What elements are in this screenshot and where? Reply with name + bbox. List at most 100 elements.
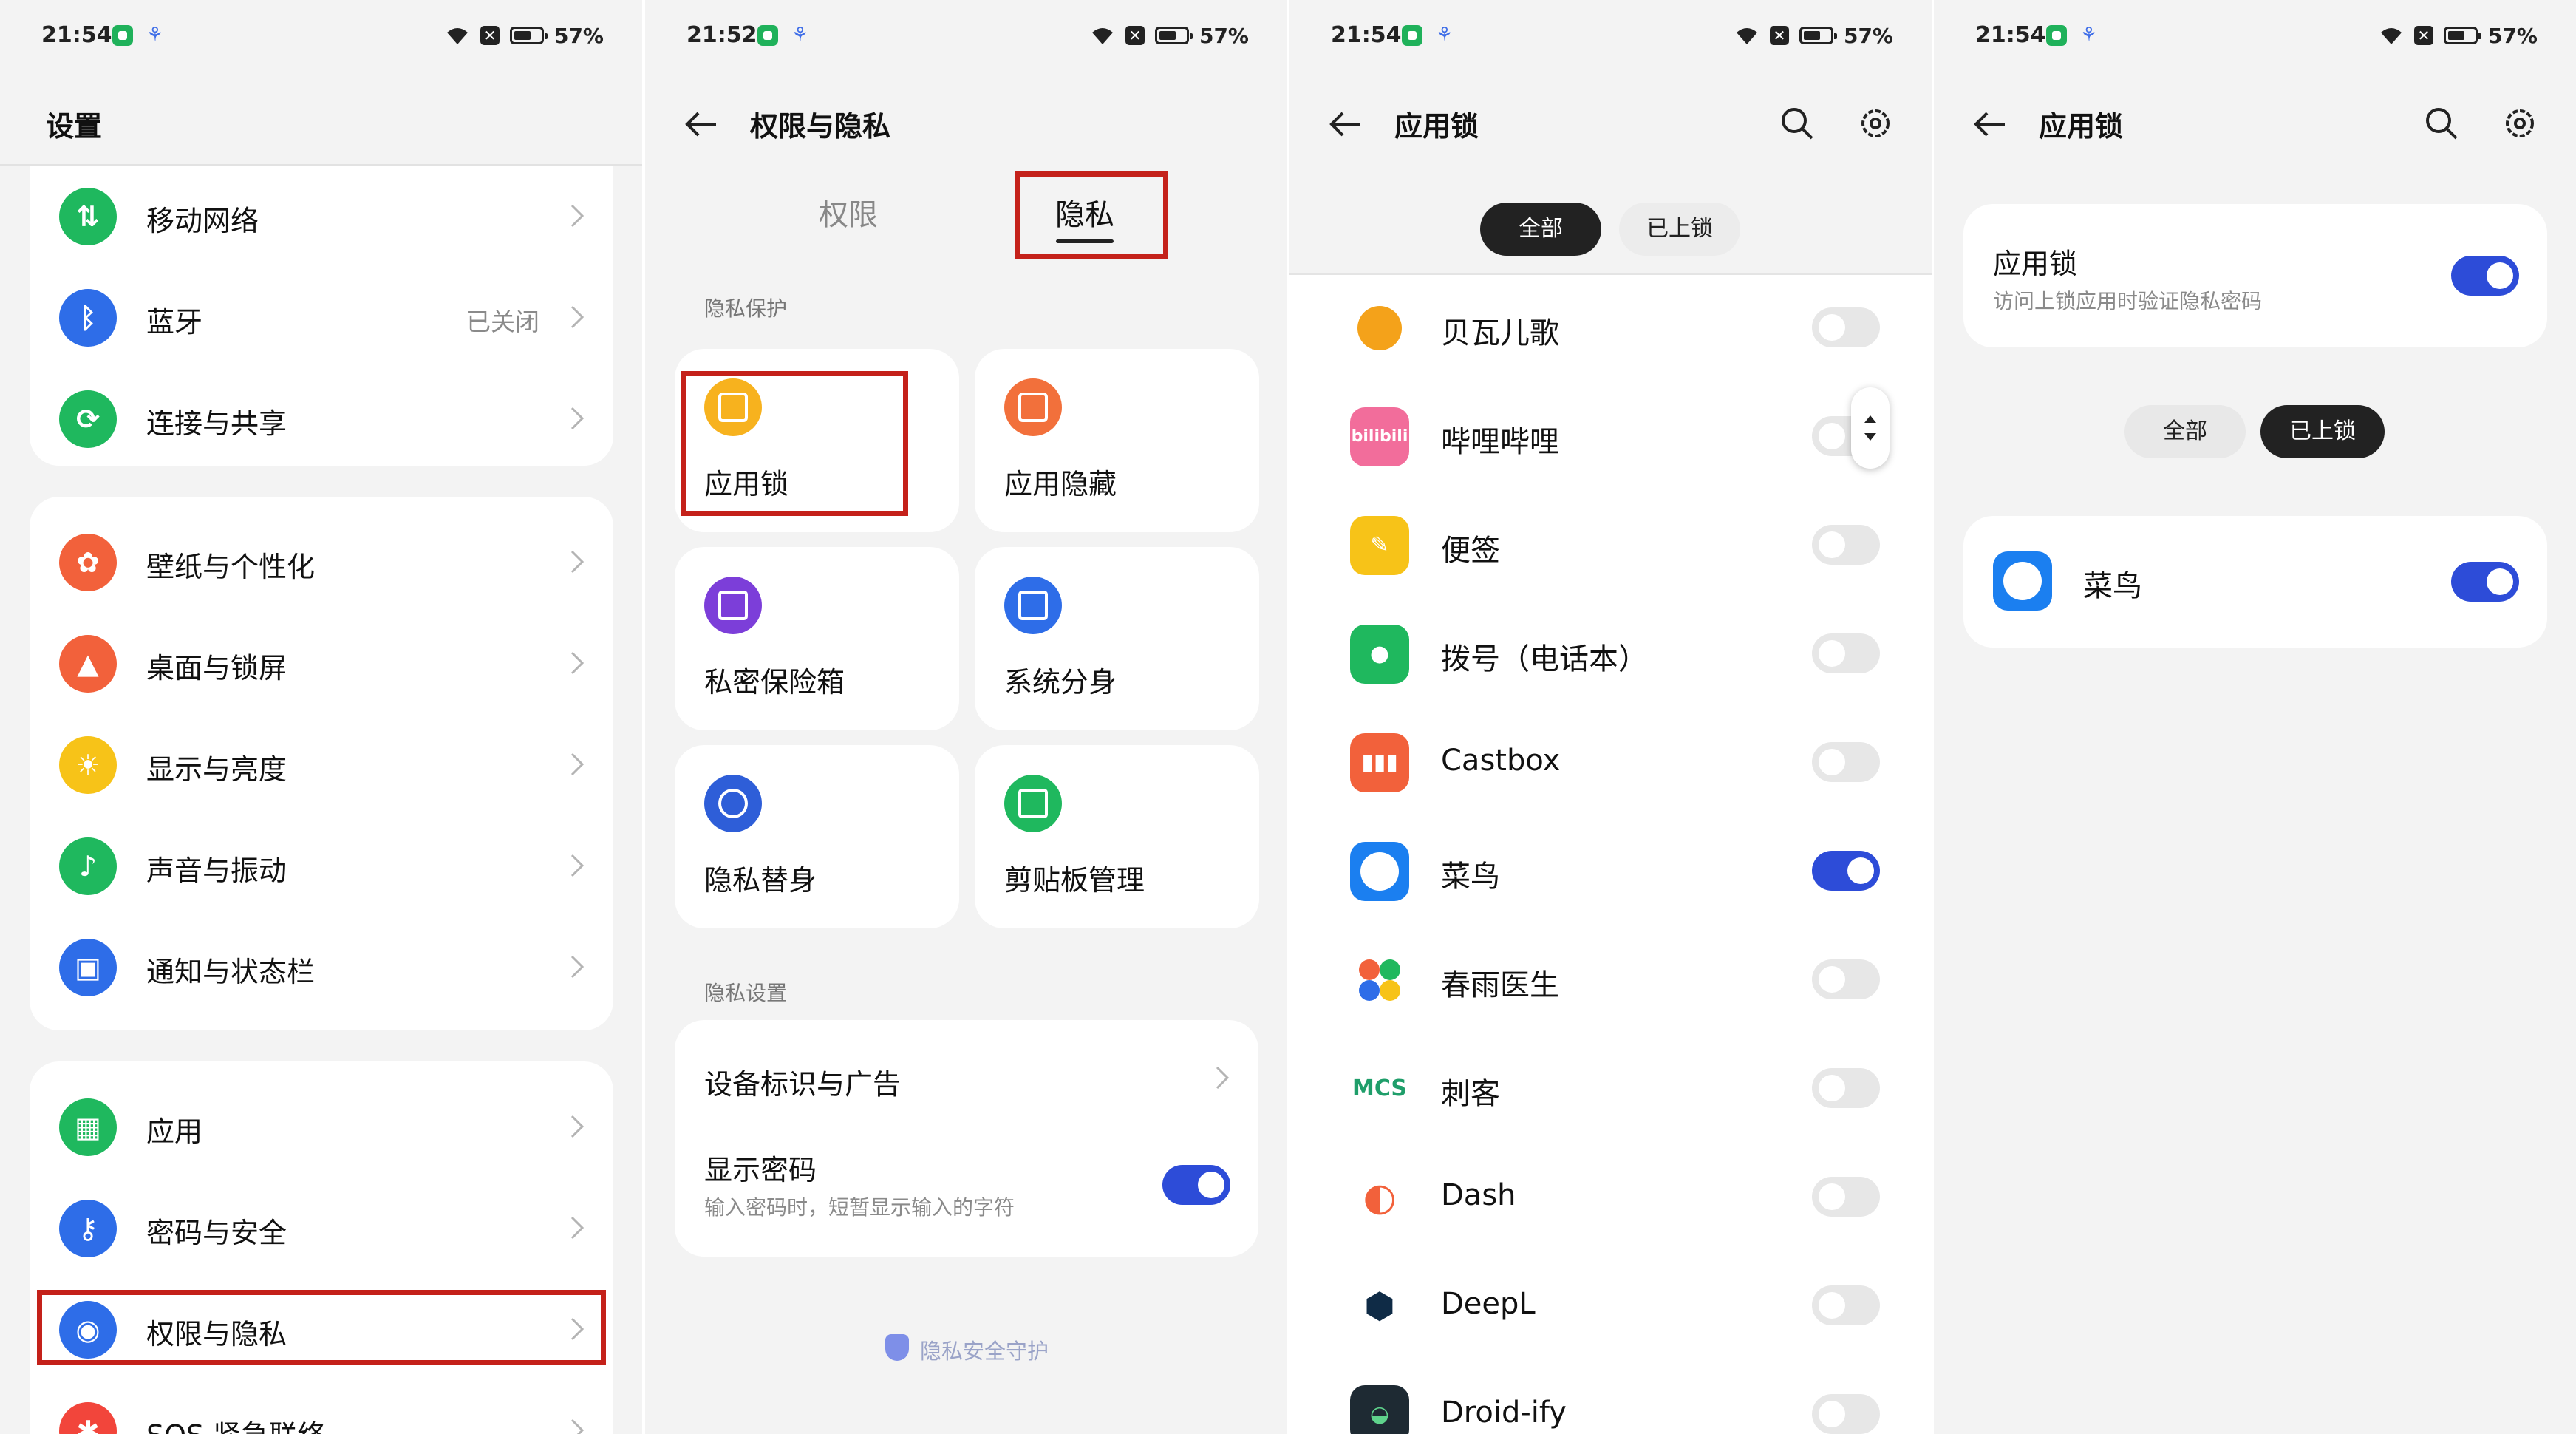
app-lock-master-card: 应用锁 访问上锁应用时验证隐私密码: [1963, 204, 2547, 347]
page-title: 应用锁: [2039, 110, 2124, 143]
chevron-right-icon: [570, 854, 585, 877]
app-row: bilibili 哔哩哔哩: [1289, 382, 1932, 491]
settings-item-bluetooth[interactable]: ᛒ 蓝牙 已关闭: [30, 267, 613, 368]
chevron-right-icon: [570, 651, 585, 675]
app-lock-toggle[interactable]: [1812, 633, 1880, 673]
app-lock-toggle[interactable]: [1812, 525, 1880, 565]
segment-all[interactable]: 全部: [1480, 203, 1601, 256]
settings-item-display[interactable]: ☀ 显示与亮度: [30, 714, 613, 815]
fast-scroll-handle[interactable]: [1851, 387, 1890, 469]
settings-item-home-lock[interactable]: ▲ 桌面与锁屏: [30, 613, 613, 714]
back-arrow-icon[interactable]: [684, 106, 719, 142]
app-row: ⬢ DeepL: [1289, 1251, 1932, 1360]
castbox-app-icon: ▮▮▮: [1350, 733, 1409, 792]
app-row: ◒ Droid-ify: [1289, 1360, 1932, 1434]
settings-item-sos[interactable]: ✱ SOS 紧急联络: [30, 1380, 613, 1434]
app-lock-toggle[interactable]: [1812, 1068, 1880, 1108]
app-lock-toggle[interactable]: [1812, 1285, 1880, 1325]
app-name: Dash: [1441, 1178, 1516, 1212]
page-title: 应用锁: [1394, 110, 1479, 143]
chevron-right-icon: [570, 1216, 585, 1240]
app-lock-toggle[interactable]: [2451, 562, 2519, 602]
app-hide-icon: [1004, 378, 1062, 436]
app-row: 菜鸟: [1289, 817, 1932, 925]
privacy-panel: 21:52 ⚘ ✕ 57% 权限与隐私 权限 隐私 隐私保护 应用锁 应用隐藏 …: [645, 0, 1287, 1434]
highlight-box: [681, 371, 908, 516]
app-row: 贝瓦儿歌: [1289, 273, 1932, 382]
device-id-ads-row[interactable]: 设备标识与广告: [675, 1020, 1258, 1124]
wifi-icon: [446, 28, 468, 44]
notification-app-icon: ⚘: [146, 24, 164, 46]
tile-label: 剪贴板管理: [1004, 864, 1145, 897]
highlight-box: [37, 1290, 606, 1365]
chevron-right-icon: [570, 550, 585, 574]
settings-item-label: 壁纸与个性化: [146, 551, 316, 583]
app-lock-title: 应用锁: [1993, 248, 2078, 280]
app-lock-desc: 访问上锁应用时验证隐私密码: [1993, 289, 2263, 313]
settings-item-sound[interactable]: ♪ 声音与振动: [30, 815, 613, 917]
segment-locked[interactable]: 已上锁: [2260, 405, 2385, 458]
status-time: 21:54: [1975, 22, 2046, 48]
shield-app-icon: [757, 25, 778, 46]
tile-label: 隐私替身: [704, 864, 817, 897]
settings-item-label: 桌面与锁屏: [146, 652, 287, 684]
beva-song-app-icon: [1350, 299, 1409, 358]
settings-item-mobile-network[interactable]: ⇅ 移动网络: [30, 166, 613, 267]
status-time: 21:52: [686, 22, 757, 48]
gear-icon[interactable]: [1857, 105, 1894, 142]
search-icon[interactable]: [1779, 105, 1816, 142]
chevron-right-icon: [570, 955, 585, 979]
back-arrow-icon[interactable]: [1328, 106, 1363, 142]
bluetooth-icon: ᛒ: [59, 289, 117, 347]
battery-icon: [509, 27, 548, 44]
locked-apps-card: 菜鸟: [1963, 516, 2547, 648]
show-password-toggle[interactable]: [1162, 1165, 1230, 1205]
segment-all[interactable]: 全部: [2124, 405, 2246, 458]
app-row: ● 拨号（电话本）: [1289, 599, 1932, 708]
back-arrow-icon[interactable]: [1972, 106, 2008, 142]
gear-icon[interactable]: [2501, 105, 2538, 142]
tile-app-hide[interactable]: 应用隐藏: [975, 349, 1259, 532]
app-lock-toggle[interactable]: [1812, 851, 1880, 891]
battery-level: 57%: [1843, 23, 1893, 48]
app-lock-master-toggle[interactable]: [2451, 256, 2519, 296]
tile-private-safe[interactable]: 私密保险箱: [675, 547, 959, 730]
settings-item-apps[interactable]: ▦ 应用: [30, 1076, 613, 1178]
settings-item-notifications[interactable]: ▣ 通知与状态栏: [30, 917, 613, 1018]
battery-level: 57%: [2487, 23, 2538, 48]
settings-item-label: 显示与亮度: [146, 753, 287, 786]
tile-clipboard[interactable]: 剪贴板管理: [975, 745, 1259, 928]
sim-off-icon: ✕: [480, 26, 500, 45]
app-lock-toggle[interactable]: [1812, 742, 1880, 782]
settings-item-password-security[interactable]: ⚷ 密码与安全: [30, 1178, 613, 1279]
settings-item-label: 密码与安全: [146, 1217, 287, 1249]
notification-app-icon: ⚘: [1436, 24, 1454, 46]
tile-system-clone[interactable]: 系统分身: [975, 547, 1259, 730]
wifi-icon: [2380, 28, 2402, 44]
app-row: ▮▮▮ Castbox: [1289, 708, 1932, 817]
tile-privacy-substitute[interactable]: 隐私替身: [675, 745, 959, 928]
settings-item-wallpaper[interactable]: ✿ 壁纸与个性化: [30, 512, 613, 613]
settings-item-connection-sharing[interactable]: ⟳ 连接与共享: [30, 368, 613, 469]
notes-app-icon: ✎: [1350, 516, 1409, 575]
tab-permissions[interactable]: 权限: [819, 191, 878, 234]
battery-icon: [1154, 27, 1193, 44]
app-lock-toggle[interactable]: [1812, 1394, 1880, 1434]
app-lock-toggle[interactable]: [1812, 307, 1880, 347]
page-title: 权限与隐私: [750, 110, 891, 143]
dialer-app-icon: ●: [1350, 625, 1409, 684]
app-name: 菜鸟: [1441, 860, 1500, 894]
app-name: Castbox: [1441, 744, 1561, 778]
app-lock-toggle[interactable]: [1812, 959, 1880, 999]
notification-app-icon: ⚘: [2080, 24, 2098, 46]
status-time: 21:54: [1331, 22, 1402, 48]
settings-item-label: 通知与状态栏: [146, 956, 316, 988]
app-name: 菜鸟: [2083, 569, 2142, 603]
app-row: 春雨医生: [1289, 925, 1932, 1034]
app-row: ◐ Dash: [1289, 1143, 1932, 1251]
app-name: 拨号（电话本）: [1441, 642, 1648, 676]
safe-box-icon: [704, 577, 762, 634]
app-lock-toggle[interactable]: [1812, 1177, 1880, 1217]
segment-locked[interactable]: 已上锁: [1619, 203, 1740, 256]
search-icon[interactable]: [2423, 105, 2460, 142]
